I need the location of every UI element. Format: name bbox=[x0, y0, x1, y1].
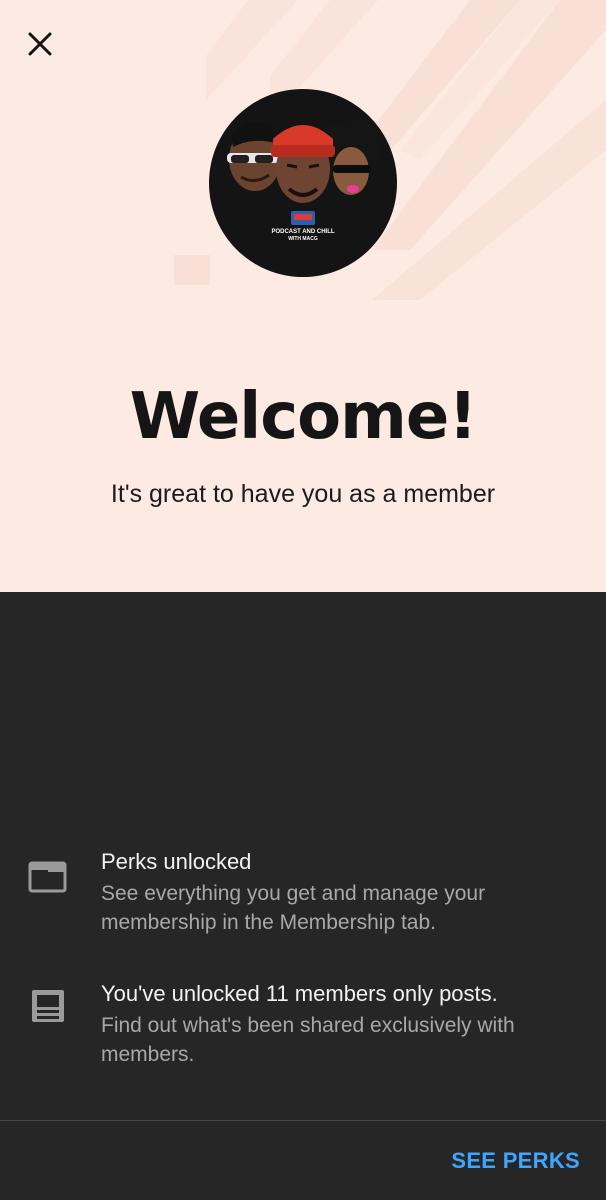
channel-logo: PODCAST AND CHILL WITH MACG bbox=[209, 89, 397, 277]
logo-caption-line1: PODCAST AND CHILL bbox=[271, 229, 334, 235]
perk-description: Find out what's been shared exclusively … bbox=[101, 1014, 515, 1066]
logo-caption-line2: WITH MACG bbox=[288, 236, 318, 242]
close-button[interactable] bbox=[18, 22, 62, 66]
footer-divider bbox=[0, 1120, 606, 1121]
welcome-hero: PODCAST AND CHILL WITH MACG Welcome! It'… bbox=[0, 0, 606, 592]
see-perks-button[interactable]: SEE PERKS bbox=[451, 1148, 580, 1174]
perk-title: Perks unlocked bbox=[101, 849, 252, 874]
perk-description: See everything you get and manage your m… bbox=[101, 882, 486, 934]
welcome-title: Welcome! bbox=[129, 380, 478, 454]
perk-title: You've unlocked 11 members only posts. bbox=[101, 981, 498, 1006]
welcome-subtitle: It's great to have you as a member bbox=[110, 480, 496, 508]
posts-icon bbox=[32, 990, 64, 1022]
membership-card-icon bbox=[28, 861, 67, 893]
close-icon bbox=[28, 32, 52, 56]
